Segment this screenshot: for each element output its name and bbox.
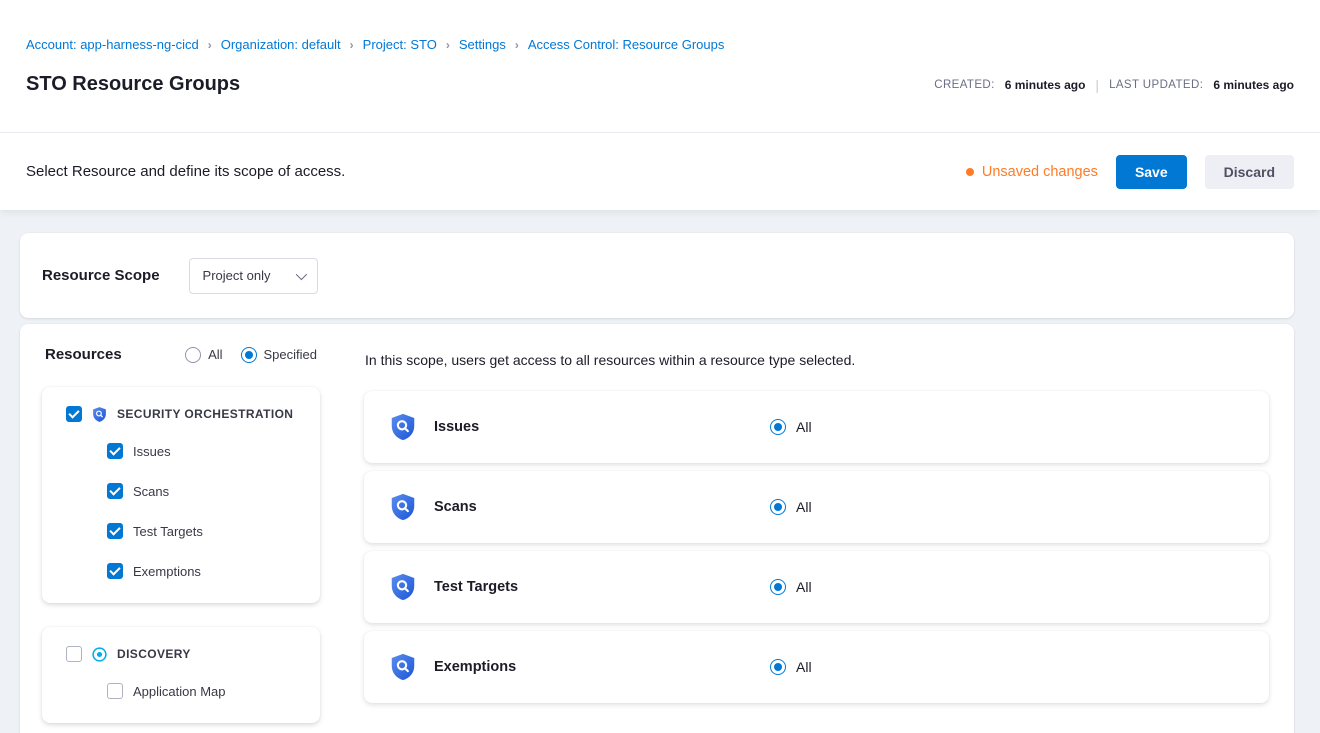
radio-selected-icon [770,579,786,595]
item-label: Exemptions [133,564,201,579]
item-label: Application Map [133,684,226,699]
radio-selected-icon [770,499,786,515]
sto-shield-icon [388,492,418,522]
discovery-icon [91,646,108,663]
resource-row-label: Scans [434,499,770,515]
resource-row-scans: Scans All [364,471,1269,543]
radio-specified-label: Specified [264,347,317,362]
breadcrumb-link-organization[interactable]: Organization: default [221,37,341,52]
access-radio-all[interactable]: All [770,499,812,515]
resource-group-discovery: DISCOVERY Application Map [42,627,320,723]
breadcrumb-link-settings[interactable]: Settings [459,37,506,52]
sto-shield-icon [388,412,418,442]
resource-row-label: Test Targets [434,579,770,595]
breadcrumb: Account: app-harness-ng-cicd › Organizat… [26,0,1294,52]
chevron-right-icon: › [446,38,450,52]
header-meta: CREATED: 6 minutes ago | LAST UPDATED: 6… [934,77,1294,93]
scope-description: In this scope, users get access to all r… [365,352,1269,368]
radio-selected-icon [241,347,257,363]
radio-specified[interactable]: Specified [241,347,317,363]
access-radio-label: All [796,499,812,515]
toolbar-description: Select Resource and define its scope of … [26,163,345,180]
resource-scope-card: Resource Scope Project only [20,233,1294,318]
item-label: Test Targets [133,524,203,539]
created-value: 6 minutes ago [1005,78,1086,92]
chevron-right-icon: › [350,38,354,52]
access-radio-all[interactable]: All [770,659,812,675]
resource-scope-label: Resource Scope [42,267,160,284]
breadcrumb-link-account[interactable]: Account: app-harness-ng-cicd [26,37,199,52]
group-label: SECURITY ORCHESTRATION [117,407,293,421]
sto-shield-icon [91,406,108,423]
action-toolbar: Select Resource and define its scope of … [0,133,1320,210]
resources-title: Resources [45,346,122,363]
group-label: DISCOVERY [117,647,191,661]
chevron-right-icon: › [515,38,519,52]
chevron-down-icon [296,268,307,279]
resource-row-exemptions: Exemptions All [364,631,1269,703]
resources-sidebar: Resources All Specified [20,324,341,733]
unsaved-dot-icon [966,168,974,176]
resource-row-test-targets: Test Targets All [364,551,1269,623]
chevron-right-icon: › [208,38,212,52]
created-label: CREATED: [934,79,995,91]
access-radio-label: All [796,419,812,435]
resource-item-issues: Issues [107,431,304,471]
last-updated-label: LAST UPDATED: [1109,79,1203,91]
resource-item-exemptions: Exemptions [107,551,304,591]
radio-all[interactable]: All [185,347,222,363]
item-checkbox[interactable] [107,683,123,699]
item-label: Scans [133,484,169,499]
radio-selected-icon [770,659,786,675]
resource-scope-dropdown[interactable]: Project only [189,258,319,294]
item-checkbox[interactable] [107,443,123,459]
resource-group-security-orchestration: SECURITY ORCHESTRATION Issues Scans Test… [42,387,320,603]
group-checkbox[interactable] [66,406,82,422]
resource-scope-selected-value: Project only [203,268,271,283]
breadcrumb-link-project[interactable]: Project: STO [363,37,437,52]
item-checkbox[interactable] [107,483,123,499]
resource-item-test-targets: Test Targets [107,511,304,551]
page-header: Account: app-harness-ng-cicd › Organizat… [0,0,1320,133]
resource-row-label: Exemptions [434,659,770,675]
radio-unselected-icon [185,347,201,363]
meta-divider: | [1095,77,1099,93]
access-radio-label: All [796,579,812,595]
radio-selected-icon [770,419,786,435]
breadcrumb-link-resource-groups[interactable]: Access Control: Resource Groups [528,37,725,52]
resource-access-panel: In this scope, users get access to all r… [341,324,1294,733]
unsaved-changes-label: Unsaved changes [982,164,1098,180]
group-checkbox[interactable] [66,646,82,662]
resource-selection-panel: Resources All Specified [20,324,1294,733]
access-radio-all[interactable]: All [770,419,812,435]
main-content: Resource Scope Project only Resources Al… [0,210,1320,733]
item-label: Issues [133,444,171,459]
sto-shield-icon [388,572,418,602]
resources-mode-radios: All Specified [185,347,317,363]
radio-all-label: All [208,347,222,362]
save-button[interactable]: Save [1116,155,1187,189]
resource-item-scans: Scans [107,471,304,511]
resource-item-application-map: Application Map [107,671,304,711]
page-title: STO Resource Groups [26,73,240,96]
last-updated-value: 6 minutes ago [1213,78,1294,92]
resource-row-issues: Issues All [364,391,1269,463]
unsaved-changes-badge: Unsaved changes [966,164,1098,180]
item-checkbox[interactable] [107,523,123,539]
access-radio-all[interactable]: All [770,579,812,595]
resource-row-label: Issues [434,419,770,435]
item-checkbox[interactable] [107,563,123,579]
access-radio-label: All [796,659,812,675]
sto-shield-icon [388,652,418,682]
discard-button[interactable]: Discard [1205,155,1294,189]
